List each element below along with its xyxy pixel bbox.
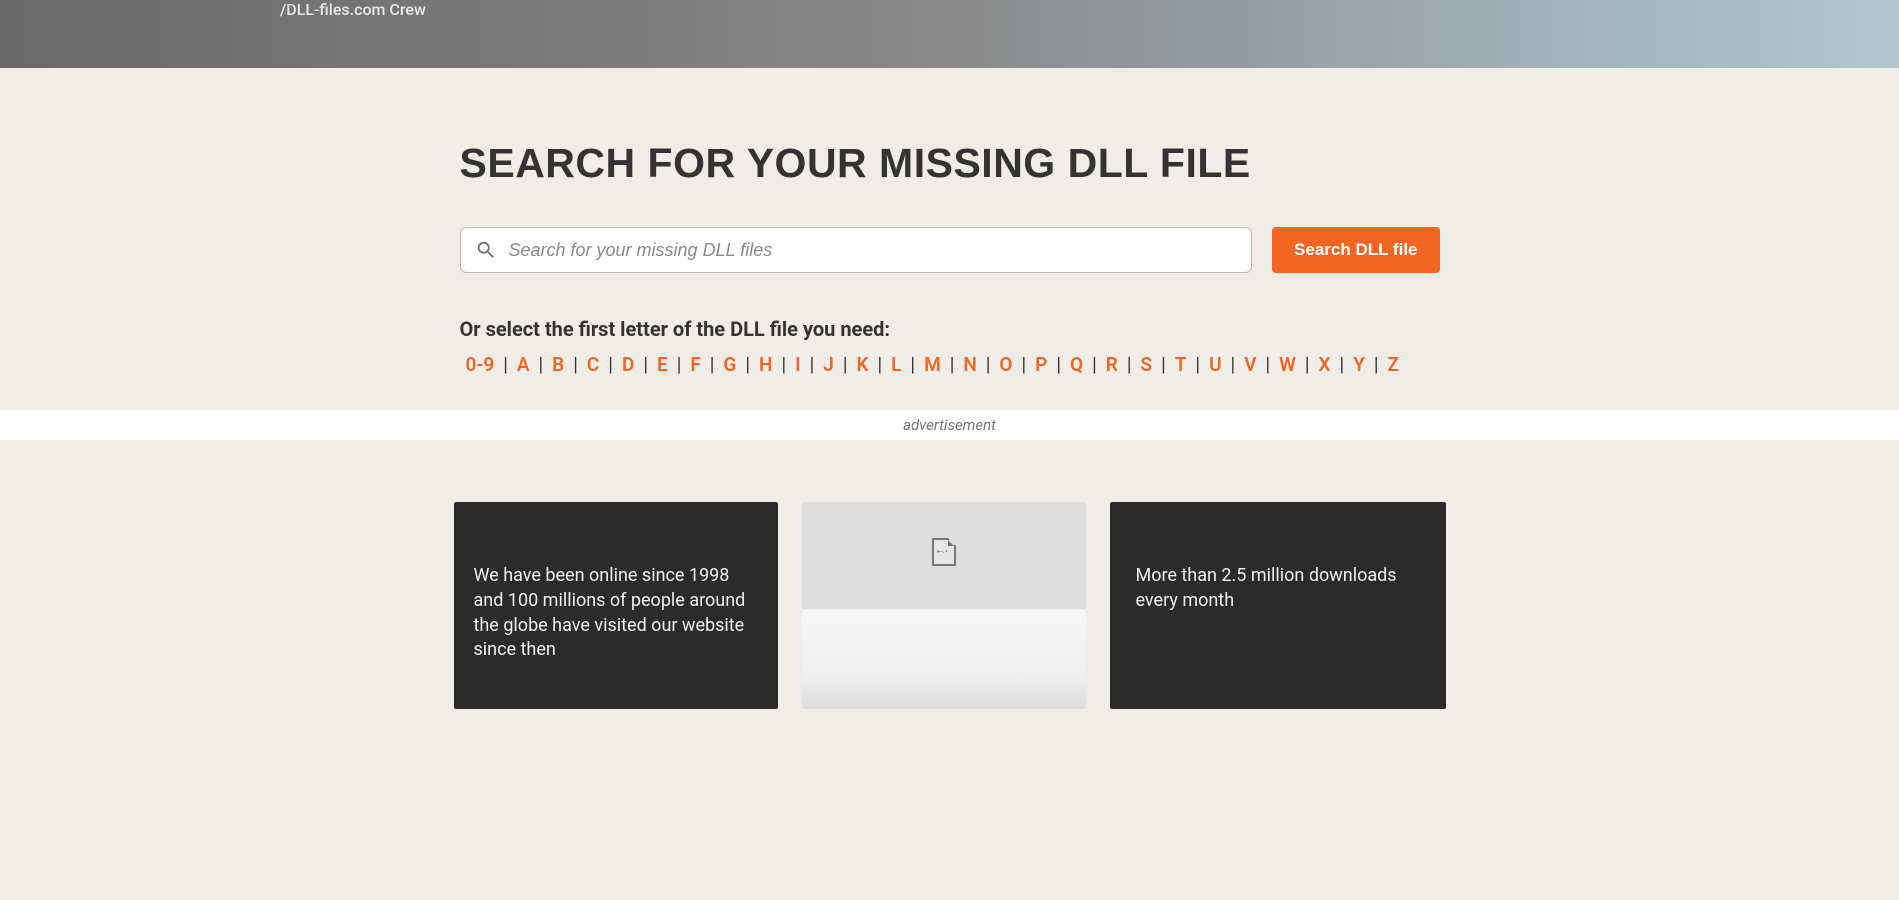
letter-separator: | — [1053, 353, 1064, 376]
letter-separator: | — [1019, 353, 1030, 376]
info-card-2-image: • •⌒ — [802, 502, 1086, 709]
letter-link-g[interactable]: G — [717, 353, 742, 376]
letter-separator: | — [742, 353, 753, 376]
letter-separator: | — [674, 353, 685, 376]
letter-nav-row: 0-9|A|B|C|D|E|F|G|H|I|J|K|L|M|N|O|P|Q|R|… — [460, 353, 1440, 376]
letter-link-y[interactable]: Y — [1347, 353, 1371, 376]
letter-link-m[interactable]: M — [918, 353, 947, 376]
letter-separator: | — [1228, 353, 1239, 376]
letter-separator: | — [500, 353, 511, 376]
letter-link-w[interactable]: W — [1273, 353, 1302, 376]
letter-separator: | — [840, 353, 851, 376]
letter-separator: | — [570, 353, 581, 376]
search-row: Search DLL file — [460, 227, 1440, 273]
info-card-3: More than 2.5 million downloads every mo… — [1110, 502, 1446, 709]
letter-separator: | — [875, 353, 886, 376]
letter-link-b[interactable]: B — [546, 353, 570, 376]
letter-separator: | — [1089, 353, 1100, 376]
letter-separator: | — [983, 353, 994, 376]
letter-link-a[interactable]: A — [511, 353, 536, 376]
letter-link-0-9[interactable]: 0-9 — [460, 353, 501, 376]
letter-link-e[interactable]: E — [651, 353, 674, 376]
advertisement-label: advertisement — [0, 416, 1899, 434]
letter-link-k[interactable]: K — [850, 353, 874, 376]
letter-separator: | — [605, 353, 616, 376]
search-input[interactable] — [509, 228, 1238, 272]
letter-separator: | — [1302, 353, 1313, 376]
letter-nav-section: Or select the first letter of the DLL fi… — [460, 317, 1440, 376]
letter-link-u[interactable]: U — [1203, 353, 1227, 376]
letter-link-p[interactable]: P — [1029, 353, 1053, 376]
letter-separator: | — [536, 353, 547, 376]
letter-link-v[interactable]: V — [1238, 353, 1262, 376]
letter-separator: | — [1371, 353, 1382, 376]
letter-separator: | — [707, 353, 718, 376]
search-box[interactable] — [460, 227, 1253, 273]
letter-separator: | — [807, 353, 818, 376]
search-icon — [475, 239, 497, 261]
letter-link-n[interactable]: N — [957, 353, 982, 376]
letter-separator: | — [947, 353, 958, 376]
letter-separator: | — [1158, 353, 1169, 376]
letter-link-t[interactable]: T — [1169, 353, 1193, 376]
broken-image-icon: • •⌒ — [932, 538, 956, 566]
search-section: SEARCH FOR YOUR MISSING DLL FILE Search … — [460, 68, 1440, 376]
letter-link-r[interactable]: R — [1100, 353, 1124, 376]
letter-separator: | — [640, 353, 651, 376]
letter-link-d[interactable]: D — [616, 353, 640, 376]
hero-sublabel: /DLL-files.com Crew — [280, 0, 426, 19]
info-card-1-text: We have been online since 1998 and 100 m… — [474, 564, 758, 663]
hero-banner: /DLL-files.com Crew — [0, 0, 1899, 68]
letter-link-z[interactable]: Z — [1382, 353, 1406, 376]
letter-link-q[interactable]: Q — [1064, 353, 1089, 376]
letter-link-j[interactable]: J — [817, 353, 840, 376]
letter-link-h[interactable]: H — [753, 353, 778, 376]
cards-section: We have been online since 1998 and 100 m… — [0, 502, 1899, 709]
letter-link-f[interactable]: F — [684, 353, 706, 376]
letter-separator: | — [907, 353, 918, 376]
info-card-1: We have been online since 1998 and 100 m… — [454, 502, 778, 709]
search-heading: SEARCH FOR YOUR MISSING DLL FILE — [460, 140, 1440, 187]
letter-link-c[interactable]: C — [581, 353, 605, 376]
letter-separator: | — [1192, 353, 1203, 376]
letter-link-l[interactable]: L — [885, 353, 907, 376]
letter-nav-prompt: Or select the first letter of the DLL fi… — [460, 317, 1440, 341]
letter-separator: | — [1337, 353, 1348, 376]
letter-link-x[interactable]: X — [1313, 353, 1337, 376]
advertisement-band: advertisement — [0, 410, 1899, 440]
letter-separator: | — [1263, 353, 1274, 376]
letter-link-i[interactable]: I — [789, 353, 806, 376]
letter-link-o[interactable]: O — [993, 353, 1018, 376]
search-button[interactable]: Search DLL file — [1272, 227, 1439, 273]
letter-separator: | — [778, 353, 789, 376]
letter-separator: | — [1124, 353, 1135, 376]
letter-link-s[interactable]: S — [1134, 353, 1158, 376]
info-card-3-text: More than 2.5 million downloads every mo… — [1136, 564, 1420, 614]
